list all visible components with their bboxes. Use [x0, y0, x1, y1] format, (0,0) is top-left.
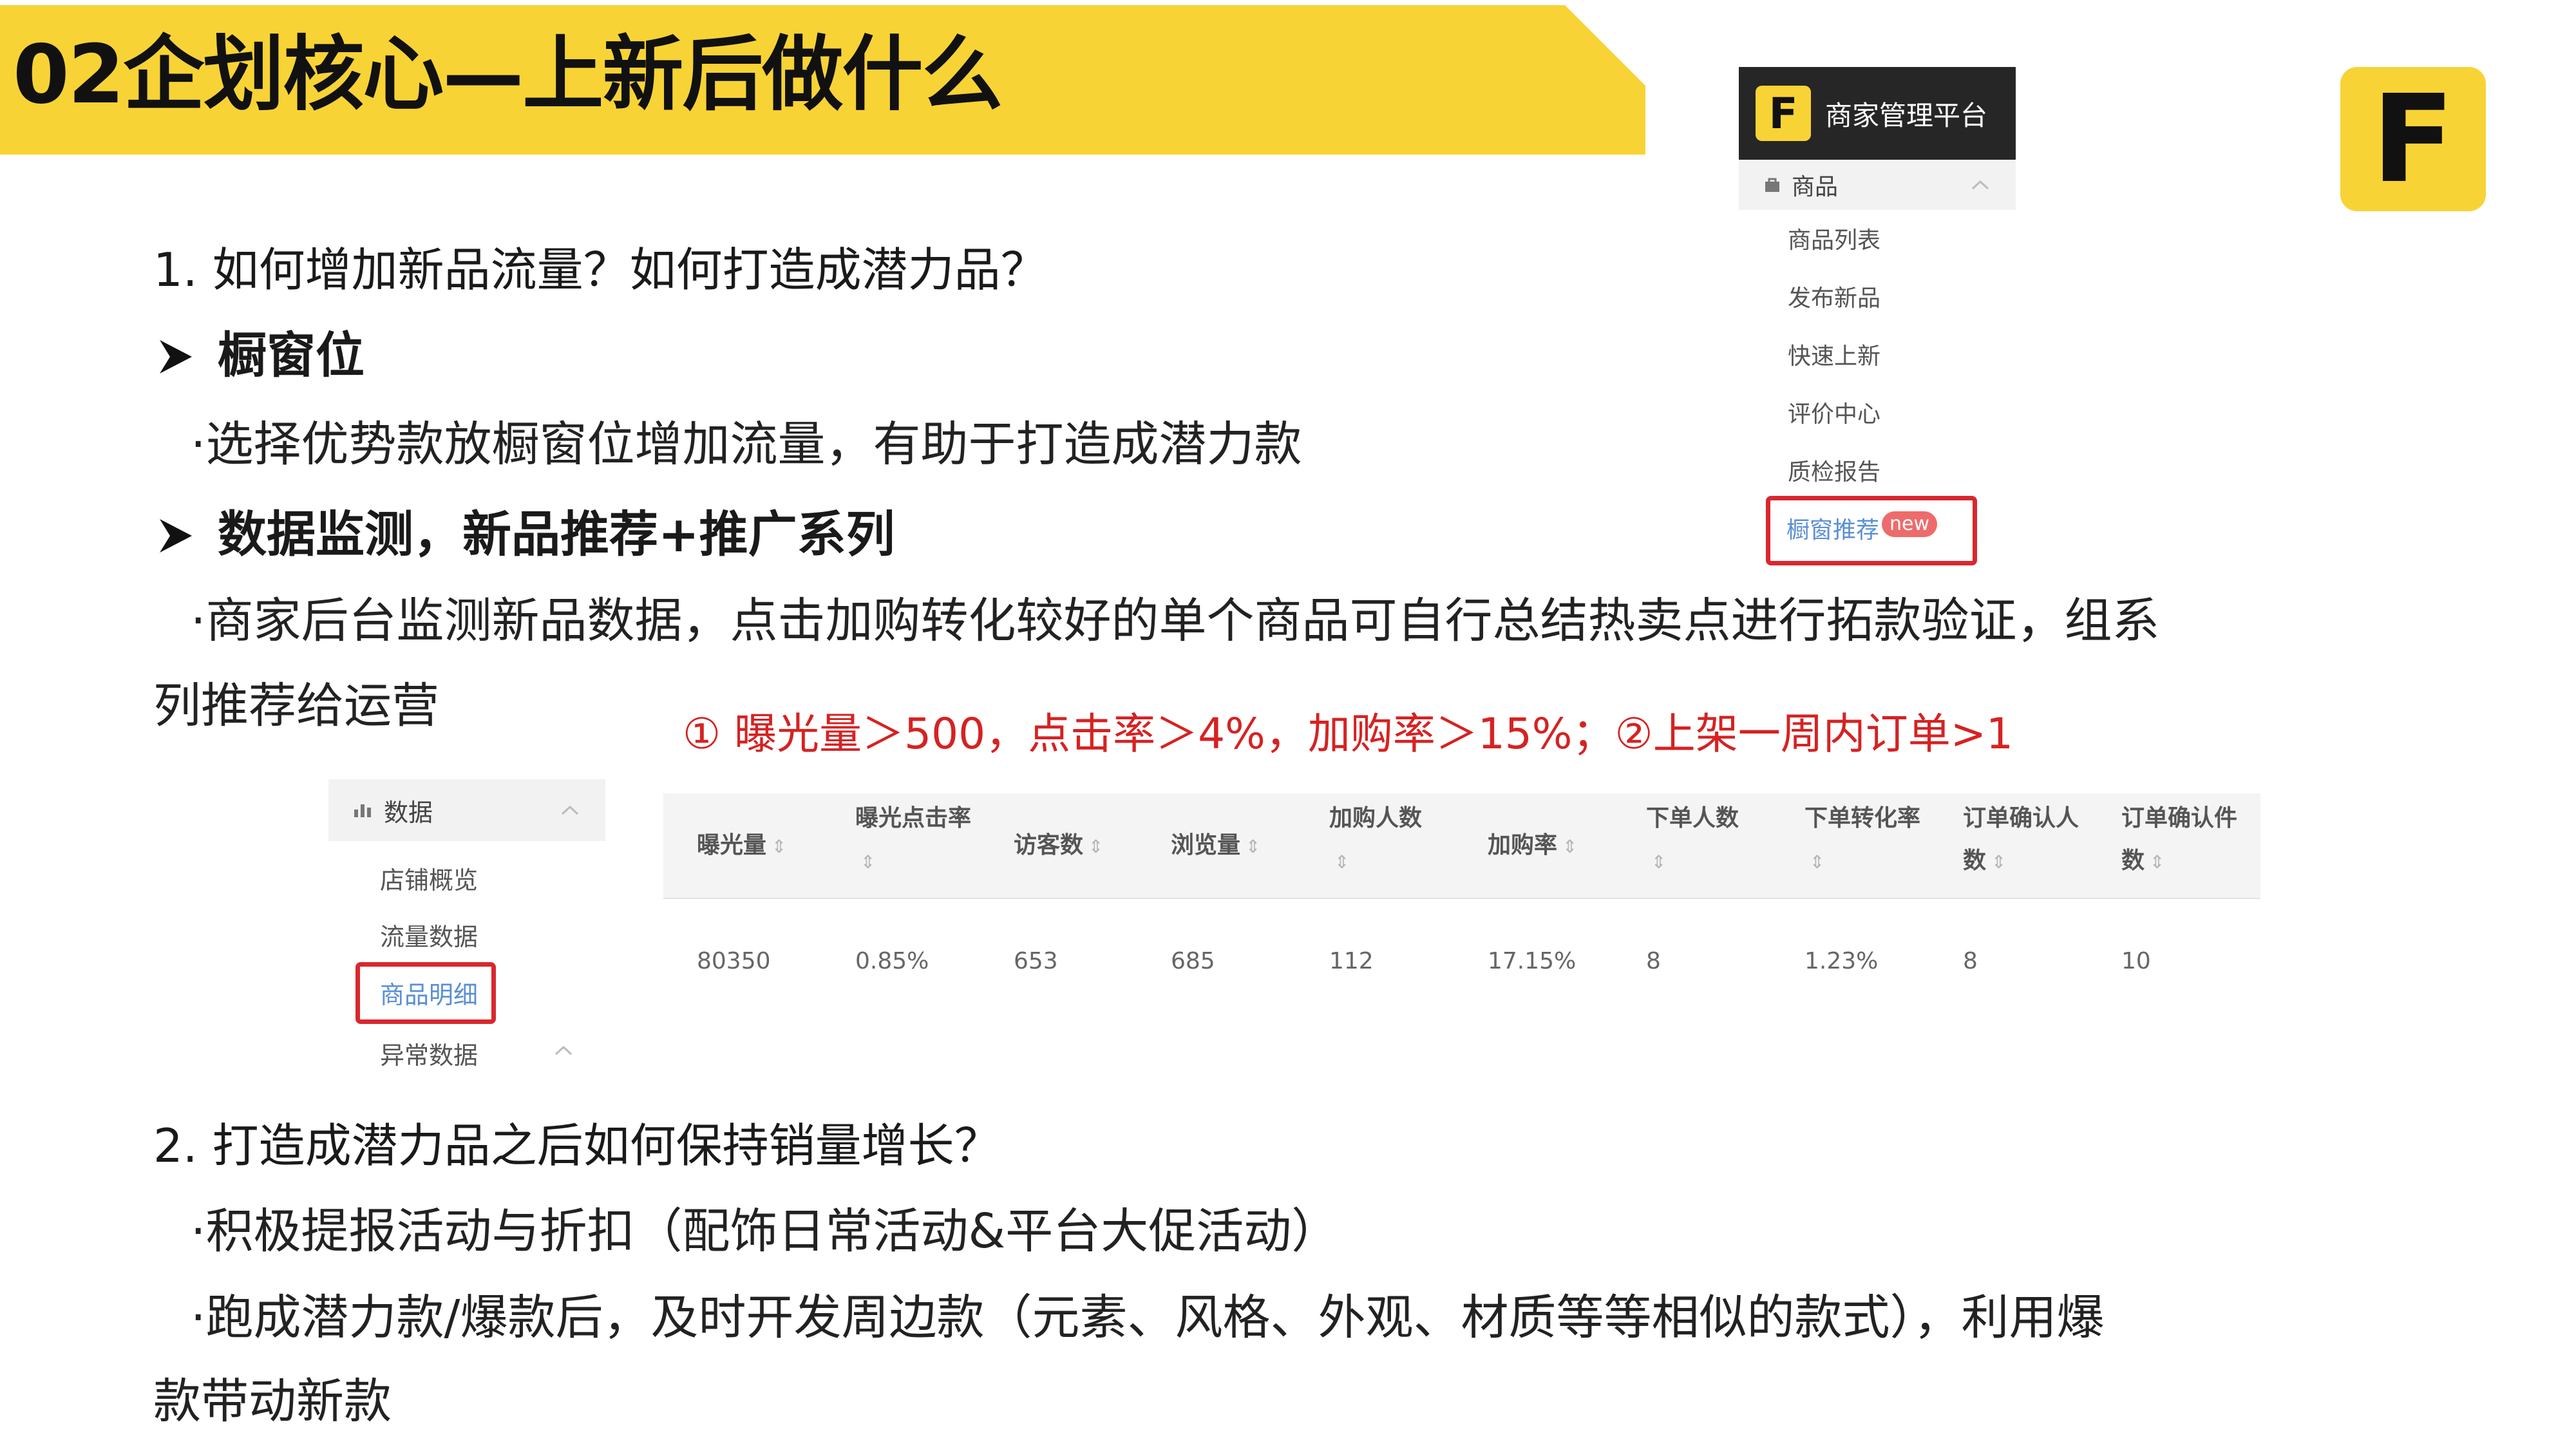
question-2: 2. 打造成潜力品之后如何保持销量增长？: [153, 1119, 1001, 1173]
table-cell: 1.23%: [1804, 948, 1879, 974]
bullet-related-styles-line1: ·跑成潜力款/爆款后，及时开发周边款（元素、风格、外观、材质等等相似的款式），利…: [191, 1290, 2105, 1345]
table-cell: 17.15%: [1488, 948, 1577, 974]
menu-item-traffic-data[interactable]: 流量数据: [380, 917, 478, 952]
bag-icon: [1765, 178, 1779, 192]
table-cell: 10: [2121, 948, 2151, 974]
table-cell: 685: [1171, 948, 1215, 974]
chevron-up-icon: [554, 1045, 573, 1056]
criteria-note: ① 曝光量＞500，点击率＞4%，加购率＞15%；②上架一周内订单>1: [683, 709, 2013, 759]
bullet-data-line1: ·商家后台监测新品数据，点击加购转化较好的单个商品可自行总结热卖点进行拓款验证，…: [191, 593, 2160, 649]
menu-section-goods[interactable]: 商品: [1739, 160, 2016, 210]
menu-item-store-overview[interactable]: 店铺概览: [380, 860, 478, 896]
sort-icon: ⇕: [1651, 851, 1667, 873]
bullet-data-line2: 列推荐给运营: [153, 678, 439, 734]
menu-item-publish-new[interactable]: 发布新品: [1788, 279, 1880, 313]
table-cell: 8: [1646, 948, 1661, 974]
menu-item-qc-report[interactable]: 质检报告: [1788, 453, 1880, 487]
question-1: 1. 如何增加新品流量？如何打造成潜力品？: [153, 243, 1047, 297]
heading-showcase-text: 橱窗位: [218, 327, 365, 384]
table-cell: 8: [1963, 948, 1978, 974]
menu-item-abnormal-data[interactable]: 异常数据: [380, 1036, 478, 1071]
bar-chart-icon: [354, 804, 371, 817]
sort-icon: ⇕: [772, 836, 787, 857]
arrow-bullet-icon: [160, 340, 192, 374]
table-cell: 112: [1329, 948, 1374, 974]
chevron-up-icon: [561, 805, 579, 815]
th-confirmed-items[interactable]: 订单确认件数 ⇕: [2121, 797, 2237, 884]
menu-section-goods-label: 商品: [1792, 174, 1839, 200]
th-exposure[interactable]: 曝光量 ⇕: [697, 824, 786, 868]
chevron-up-icon: [1971, 180, 1989, 190]
th-add-cart-rate[interactable]: 加购率 ⇕: [1488, 824, 1577, 868]
bullet-related-styles-line2: 款带动新款: [153, 1374, 392, 1429]
page-title: 02企划核心—上新后做什么: [13, 27, 1003, 122]
th-add-cart-users[interactable]: 加购人数 ⇕: [1329, 797, 1422, 884]
menu-item-showcase-recommend[interactable]: 橱窗推荐 new: [1786, 511, 1938, 545]
sort-icon: ⇕: [1334, 851, 1350, 873]
th-pageviews[interactable]: 浏览量 ⇕: [1171, 824, 1260, 868]
platform-title: 商家管理平台: [1825, 99, 1988, 131]
menu-item-goods-detail[interactable]: 商品明细: [380, 975, 478, 1010]
menu-item-goods-list[interactable]: 商品列表: [1788, 222, 1880, 255]
arrow-bullet-icon: [160, 519, 192, 553]
sort-icon: ⇕: [860, 851, 876, 873]
bullet-showcase: ·选择优势款放橱窗位增加流量，有助于打造成潜力款: [191, 417, 1302, 472]
menu-section-data-label: 数据: [384, 798, 433, 827]
brand-logo: F: [2340, 67, 2486, 211]
new-badge: new: [1882, 511, 1938, 537]
sort-icon: ⇕: [1088, 836, 1104, 857]
th-order-users[interactable]: 下单人数 ⇕: [1646, 797, 1739, 884]
th-visitors[interactable]: 访客数 ⇕: [1014, 824, 1103, 868]
platform-logo: F: [1756, 86, 1811, 141]
merchant-platform-header: F 商家管理平台: [1739, 67, 2016, 160]
th-confirmed-users[interactable]: 订单确认人数 ⇕: [1963, 797, 2079, 884]
bullet-promotions: ·积极提报活动与折扣（配饰日常活动&平台大促活动）: [191, 1204, 1340, 1259]
sort-icon: ⇕: [1562, 836, 1578, 857]
menu-section-data[interactable]: 数据: [328, 779, 605, 841]
sort-icon: ⇕: [1810, 851, 1825, 873]
th-order-conversion[interactable]: 下单转化率 ⇕: [1804, 797, 1920, 884]
heading-showcase: 橱窗位: [156, 326, 365, 384]
table-cell: 0.85%: [855, 948, 929, 974]
sort-icon: ⇕: [1245, 836, 1261, 857]
sort-icon: ⇕: [2150, 851, 2165, 873]
heading-data-monitor-text: 数据监测，新品推荐+推广系列: [218, 506, 895, 563]
heading-data-monitor: 数据监测，新品推荐+推广系列: [156, 505, 895, 564]
sort-icon: ⇕: [1991, 851, 2007, 873]
menu-item-review-center[interactable]: 评价中心: [1788, 395, 1880, 429]
menu-item-showcase-label: 橱窗推荐: [1786, 517, 1880, 544]
menu-item-quick-new[interactable]: 快速上新: [1788, 337, 1880, 371]
table-cell: 80350: [697, 948, 771, 974]
th-exposure-ctr[interactable]: 曝光点击率 ⇕: [855, 797, 971, 884]
table-cell: 653: [1014, 948, 1058, 974]
